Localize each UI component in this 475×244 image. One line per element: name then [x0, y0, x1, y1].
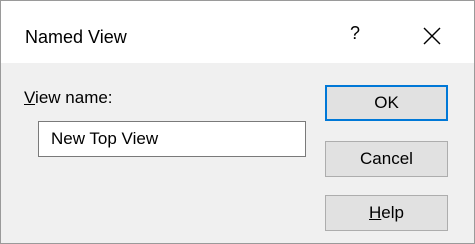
title-bar: Named View ?	[1, 1, 474, 63]
help-question-icon[interactable]: ?	[345, 23, 365, 44]
help-button[interactable]: Help	[325, 195, 448, 231]
close-icon[interactable]	[422, 26, 442, 46]
named-view-dialog: Named View ? View name: OK Cancel Help	[0, 0, 475, 244]
dialog-title: Named View	[25, 27, 127, 47]
cancel-button[interactable]: Cancel	[325, 141, 448, 177]
view-name-label: View name:	[24, 88, 113, 107]
ok-button[interactable]: OK	[325, 85, 448, 121]
view-name-input[interactable]	[38, 121, 306, 157]
